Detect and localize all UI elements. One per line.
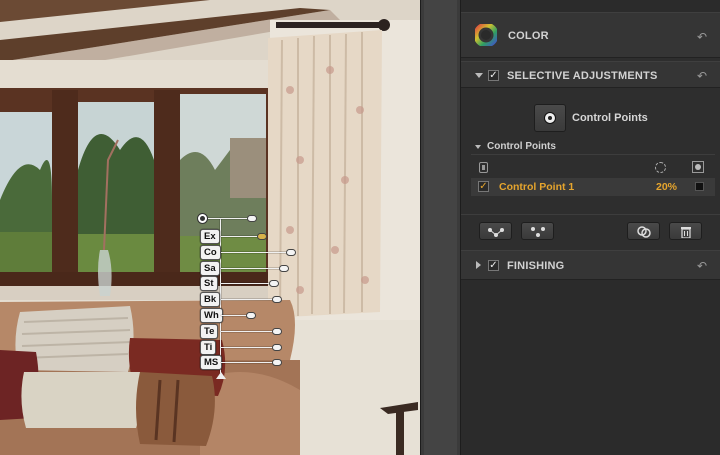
add-control-point-label: Control Points bbox=[572, 112, 648, 124]
control-point-slider-bk-label[interactable]: Bk bbox=[200, 292, 221, 307]
color-reset-icon[interactable]: ↶ bbox=[696, 31, 708, 43]
control-point-slider-co-knob[interactable] bbox=[286, 249, 296, 256]
control-point-slider-sa-track[interactable] bbox=[221, 268, 287, 269]
adjustments-panel: COLOR ↶ ✓ SELECTIVE ADJUSTMENTS ↶ Contro… bbox=[461, 0, 720, 455]
control-point-slider-co-label[interactable]: Co bbox=[200, 245, 221, 260]
selective-reset-icon[interactable]: ↶ bbox=[696, 70, 708, 82]
control-point-slider-wh-knob[interactable] bbox=[246, 312, 256, 319]
group-points-button[interactable] bbox=[479, 222, 512, 240]
photo-preview bbox=[0, 0, 420, 455]
trash-icon bbox=[681, 227, 691, 238]
duplicate-point-button[interactable] bbox=[627, 222, 660, 240]
control-point-center-icon[interactable] bbox=[197, 213, 208, 224]
finishing-section-title: FINISHING bbox=[507, 260, 565, 272]
control-point-size-knob[interactable] bbox=[247, 215, 257, 222]
color-section-title: COLOR bbox=[508, 30, 549, 42]
control-point-row-opacity[interactable]: 20% bbox=[656, 181, 677, 193]
group-points-icon bbox=[488, 228, 504, 237]
control-points-list-title: Control Points bbox=[487, 141, 556, 152]
ungroup-points-icon bbox=[531, 227, 545, 237]
delete-point-button[interactable] bbox=[669, 222, 702, 240]
control-point-icon bbox=[544, 112, 556, 124]
control-point-slider-ms-knob[interactable] bbox=[272, 359, 282, 366]
control-point-bottom-anchor-icon[interactable] bbox=[216, 372, 226, 379]
finishing-section-header[interactable]: ✓ FINISHING ↶ bbox=[461, 250, 720, 280]
finishing-enable-checkbox[interactable]: ✓ bbox=[488, 260, 499, 271]
control-point-row-mask-swatch[interactable] bbox=[695, 182, 704, 191]
color-wheel-icon bbox=[475, 24, 497, 46]
finishing-reset-icon[interactable]: ↶ bbox=[696, 260, 708, 272]
control-point-slider-ti-knob[interactable] bbox=[272, 344, 282, 351]
duplicate-point-icon bbox=[637, 226, 651, 238]
control-point-slider-ex-knob[interactable] bbox=[257, 233, 267, 240]
control-point-row-checkbox[interactable]: ✓ bbox=[478, 181, 489, 192]
add-control-point-button[interactable] bbox=[534, 104, 566, 132]
control-point-slider-ms-label[interactable]: MS bbox=[200, 355, 223, 370]
selective-enable-checkbox[interactable]: ✓ bbox=[488, 70, 499, 81]
control-point-slider-te-label[interactable]: Te bbox=[200, 324, 219, 339]
control-point-slider-bk-knob[interactable] bbox=[272, 296, 282, 303]
selective-section-title: SELECTIVE ADJUSTMENTS bbox=[507, 70, 658, 82]
control-point-slider-co-track[interactable] bbox=[221, 252, 294, 253]
mask-column-icon[interactable] bbox=[692, 161, 704, 173]
panel-divider[interactable] bbox=[420, 0, 461, 455]
control-point-slider-ti-label[interactable]: Ti bbox=[200, 340, 217, 355]
control-point-slider-st-knob[interactable] bbox=[269, 280, 279, 287]
visibility-column-icon[interactable] bbox=[479, 162, 488, 173]
chevron-down-icon[interactable] bbox=[475, 73, 483, 78]
image-canvas[interactable]: Ex Co Sa St Bk Wh Te Ti MS bbox=[0, 0, 420, 455]
control-point-row[interactable]: ✓ Control Point 1 20% bbox=[471, 178, 715, 196]
control-point-slider-te-knob[interactable] bbox=[272, 328, 282, 335]
selective-adjustments-header[interactable]: ✓ SELECTIVE ADJUSTMENTS ↶ bbox=[461, 61, 720, 88]
control-point-slider-sa-label[interactable]: Sa bbox=[200, 261, 220, 276]
ungroup-points-button[interactable] bbox=[521, 222, 554, 240]
list-chevron-down-icon[interactable] bbox=[475, 145, 481, 149]
control-point-slider-sa-knob[interactable] bbox=[279, 265, 289, 272]
control-point-slider-st-label[interactable]: St bbox=[200, 276, 218, 291]
color-section-header[interactable]: COLOR ↶ bbox=[461, 12, 720, 58]
opacity-column-icon[interactable] bbox=[655, 162, 666, 173]
control-point-slider-wh-label[interactable]: Wh bbox=[200, 308, 223, 323]
chevron-right-icon[interactable] bbox=[476, 261, 481, 269]
control-point-slider-ex-label[interactable]: Ex bbox=[200, 229, 220, 244]
control-point-row-name: Control Point 1 bbox=[499, 181, 575, 193]
